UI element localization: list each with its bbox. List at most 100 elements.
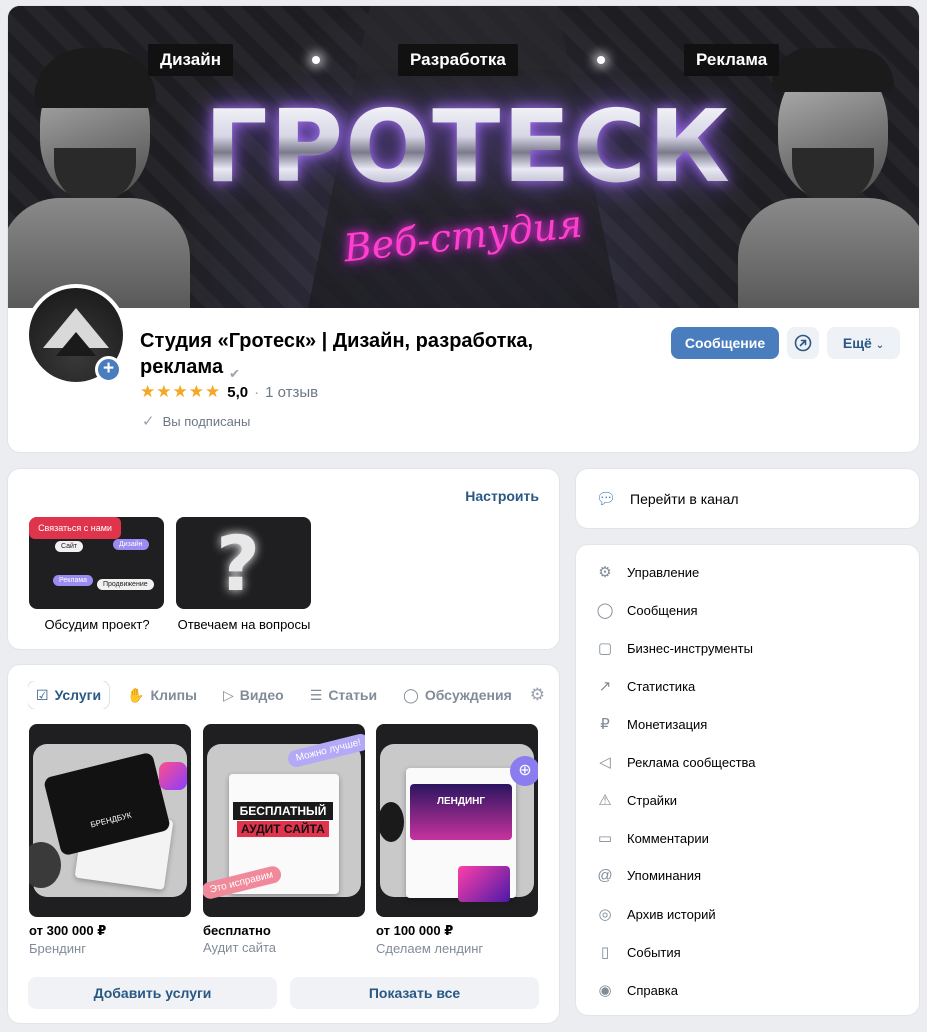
service-image: ЛЕНДИНГ ⊕	[376, 724, 538, 917]
at-icon: @	[597, 867, 613, 884]
megaphone-icon: ◁	[599, 754, 611, 771]
menu-label: Комментарии	[627, 830, 709, 846]
star-icon: ★	[140, 382, 156, 401]
add-services-button[interactable]: Добавить услуги	[28, 977, 277, 1009]
pill-contact: Связаться с нами	[29, 517, 121, 539]
tab-discussions[interactable]: ◯ Обсуждения	[395, 681, 520, 709]
tab-label: Обсуждения	[424, 687, 512, 703]
service-name: Сделаем лендинг	[376, 941, 484, 956]
service-image: БРЕНДБУК	[29, 724, 191, 917]
audit-title-1: БЕСПЛАТНЫЙ	[233, 802, 333, 820]
pill-ads: Реклама	[53, 575, 94, 586]
menu-item-monetization[interactable]: ₽ Монетизация	[596, 715, 707, 733]
link-label-discuss[interactable]: Обсудим проект?	[17, 617, 177, 632]
service-name: Брендинг	[29, 941, 86, 956]
rating-separator: ·	[254, 383, 260, 401]
tab-label: Видео	[239, 687, 284, 703]
services-icon: ☑	[36, 686, 49, 703]
globe-icon: ⊕	[510, 756, 538, 786]
story-icon: ◎	[598, 906, 612, 923]
menu-item-help[interactable]: ◉ Справка	[596, 981, 678, 999]
audit-title-2: АУДИТ САЙТА	[237, 821, 329, 837]
tab-video[interactable]: ▷ Видео	[215, 681, 292, 709]
article-icon: ☰	[309, 686, 323, 703]
pill-design: Дизайн	[113, 539, 149, 550]
cover-dot	[312, 56, 320, 64]
more-button[interactable]: Ещё ⌄	[827, 327, 900, 359]
service-item-branding[interactable]: БРЕНДБУК от 300 000 ₽ Брендинг	[29, 724, 191, 956]
star-icon: ★	[156, 382, 172, 401]
cover-image: Дизайн Разработка Реклама ГРОТЕСК Веб-ст…	[8, 6, 919, 308]
menu-item-comments[interactable]: ▭ Комментарии	[596, 829, 709, 847]
share-button[interactable]	[787, 327, 819, 359]
menu-item-business-tools[interactable]: ▢ Бизнес-инструменты	[596, 639, 753, 657]
avatar-add-icon[interactable]: +	[95, 356, 122, 383]
link-tile-faq[interactable]: ?	[176, 517, 311, 609]
channel-label: Перейти в канал	[630, 491, 739, 507]
tab-clips[interactable]: ✋ Клипы	[119, 681, 205, 709]
service-price: бесплатно	[203, 923, 271, 938]
clips-icon: ✋	[127, 686, 145, 703]
review-count[interactable]: 1 отзыв	[265, 384, 318, 401]
menu-item-mentions[interactable]: @ Упоминания	[596, 867, 701, 884]
menu-label: Страйки	[627, 792, 678, 808]
subscribed-status[interactable]: ✓ Вы подписаны	[142, 412, 250, 430]
tabs-settings-icon[interactable]: ⚙	[530, 685, 545, 705]
menu-item-community-ads[interactable]: ◁ Реклама сообщества	[596, 753, 755, 771]
menu-item-messages[interactable]: ◯ Сообщения	[596, 601, 698, 619]
star-icon: ★	[205, 382, 221, 401]
verified-icon: ✔	[229, 365, 240, 381]
tab-articles[interactable]: ☰ Статьи	[302, 681, 385, 709]
message-button[interactable]: Сообщение	[671, 327, 779, 359]
comment-icon: ▭	[597, 830, 613, 847]
briefcase-icon: ▢	[597, 640, 613, 657]
service-item-landing[interactable]: ЛЕНДИНГ ⊕ от 100 000 ₽ Сделаем лендинг	[376, 724, 538, 956]
rating[interactable]: ★ ★ ★ ★ ★ 5,0 · 1 отзыв	[140, 382, 318, 402]
tab-services[interactable]: ☑ Услуги	[28, 681, 110, 709]
show-all-button[interactable]: Показать все	[290, 977, 539, 1009]
links-card: Настроить Сайт Дизайн Связаться с нами Р…	[8, 469, 559, 649]
service-name: Аудит сайта	[203, 940, 277, 955]
content-tabs: ☑ Услуги ✋ Клипы ▷ Видео ☰ Статьи ◯ Обсуждени…	[28, 681, 543, 709]
services-card: ☑ Услуги ✋ Клипы ▷ Видео ☰ Статьи ◯ Обсуждени…	[8, 665, 559, 1023]
community-header: Дизайн Разработка Реклама ГРОТЕСК Веб-ст…	[8, 6, 919, 452]
check-icon: ✓	[142, 413, 155, 430]
menu-label: Управление	[627, 564, 700, 580]
subscribed-label: Вы подписаны	[162, 413, 251, 429]
brush-icon	[159, 762, 187, 790]
pill-site: Сайт	[55, 541, 84, 552]
page-title-text: Студия «Гротеск» | Дизайн, разработка, р…	[140, 330, 534, 378]
tab-label: Услуги	[54, 687, 102, 703]
cover-dot	[597, 56, 605, 64]
rating-value: 5,0	[227, 383, 249, 401]
menu-item-statistics[interactable]: ↗ Статистика	[596, 677, 696, 695]
menu-item-events[interactable]: ▯ События	[596, 943, 681, 961]
question-mark-icon: ?	[216, 519, 261, 608]
menu-item-strikes[interactable]: ⚠ Страйки	[596, 791, 677, 809]
menu-label: Сообщения	[627, 602, 698, 618]
calendar-icon: ▯	[600, 944, 610, 961]
link-label-faq[interactable]: Отвечаем на вопросы	[164, 617, 324, 632]
pill-promo: Продвижение	[97, 579, 154, 590]
chevron-down-icon: ⌄	[875, 340, 885, 351]
menu-label: Статистика	[627, 678, 696, 694]
ruble-icon: ₽	[600, 716, 610, 733]
service-item-audit[interactable]: БЕСПЛАТНЫЙ АУДИТ САЙТА Можно лучше! Это …	[203, 724, 365, 955]
cursor-icon	[378, 802, 404, 842]
star-icon: ★	[188, 382, 204, 401]
cover-menu-ads: Реклама	[684, 44, 780, 76]
channel-card[interactable]: 💬︎ Перейти в канал	[576, 469, 919, 528]
computer-image	[458, 866, 510, 902]
link-tile-discuss[interactable]: Сайт Дизайн Связаться с нами Реклама Про…	[29, 517, 164, 609]
menu-item-management[interactable]: ⚙ Управление	[596, 563, 699, 581]
configure-link[interactable]: Настроить	[465, 488, 539, 504]
channel-chat-icon: 💬︎	[596, 491, 617, 508]
gear-icon: ⚙	[598, 564, 612, 581]
warning-icon: ⚠	[598, 792, 612, 809]
help-icon: ◉	[598, 982, 612, 999]
menu-item-stories-archive[interactable]: ◎ Архив историй	[596, 905, 715, 923]
landing-banner: ЛЕНДИНГ	[410, 784, 512, 840]
more-label: Ещё	[842, 335, 872, 351]
discussion-icon: ◯	[403, 686, 419, 703]
go-to-channel[interactable]: 💬︎ Перейти в канал	[596, 489, 739, 509]
